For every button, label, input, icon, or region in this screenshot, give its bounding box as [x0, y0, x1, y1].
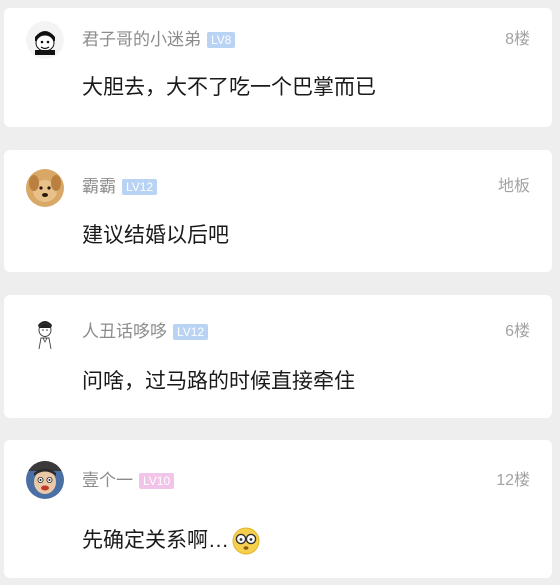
comment-header: 壹个一 LV10 — [82, 469, 175, 493]
level-badge: LV12 — [122, 179, 158, 195]
comment-text: 问啥，过马路的时候直接牵住 — [82, 368, 355, 396]
floor-label: 12楼 — [496, 472, 530, 489]
username[interactable]: 霸霸 — [82, 175, 116, 199]
comment-text-content: 大胆去，大不了吃一个巴掌而已 — [82, 76, 376, 99]
floor-label: 地板 — [497, 178, 530, 195]
comment-header: 君子哥的小迷弟 LV8 — [82, 28, 236, 52]
comment-text-content: 问啥，过马路的时候直接牵住 — [82, 370, 355, 393]
sketch-person-avatar-icon[interactable] — [26, 313, 64, 351]
level-badge: LV10 — [139, 473, 175, 489]
comment-text: 先确定关系啊… — [82, 527, 261, 555]
comment-text: 建议结婚以后吧 — [82, 222, 229, 250]
dog-avatar-icon[interactable] — [26, 169, 64, 207]
comment-card: 壹个一 LV10 12楼 先确定关系啊… — [4, 440, 552, 578]
floor-label: 8楼 — [505, 31, 530, 48]
comment-card: 霸霸 LV12 地板 建议结婚以后吧 — [4, 150, 552, 272]
floor-label: 6楼 — [505, 323, 530, 340]
comment-card: 人丑话哆哆 LV12 6楼 问啥，过马路的时候直接牵住 — [4, 295, 552, 418]
username[interactable]: 人丑话哆哆 — [82, 320, 167, 344]
comment-text: 大胆去，大不了吃一个巴掌而已 — [82, 74, 376, 102]
username[interactable]: 壹个一 — [82, 469, 133, 493]
comment-text-content: 建议结婚以后吧 — [82, 224, 229, 247]
cartoon-avatar-icon[interactable] — [26, 21, 64, 59]
username[interactable]: 君子哥的小迷弟 — [82, 28, 201, 52]
face-photo-avatar-icon[interactable] — [26, 461, 64, 499]
glasses-face-emoji-icon — [231, 526, 261, 556]
level-badge: LV8 — [207, 32, 236, 48]
comment-header: 霸霸 LV12 — [82, 175, 158, 199]
comment-text-content: 先确定关系啊… — [82, 529, 229, 552]
comment-header: 人丑话哆哆 LV12 — [82, 320, 209, 344]
comment-card: 君子哥的小迷弟 LV8 8楼 大胆去，大不了吃一个巴掌而已 — [4, 8, 552, 127]
level-badge: LV12 — [173, 324, 209, 340]
